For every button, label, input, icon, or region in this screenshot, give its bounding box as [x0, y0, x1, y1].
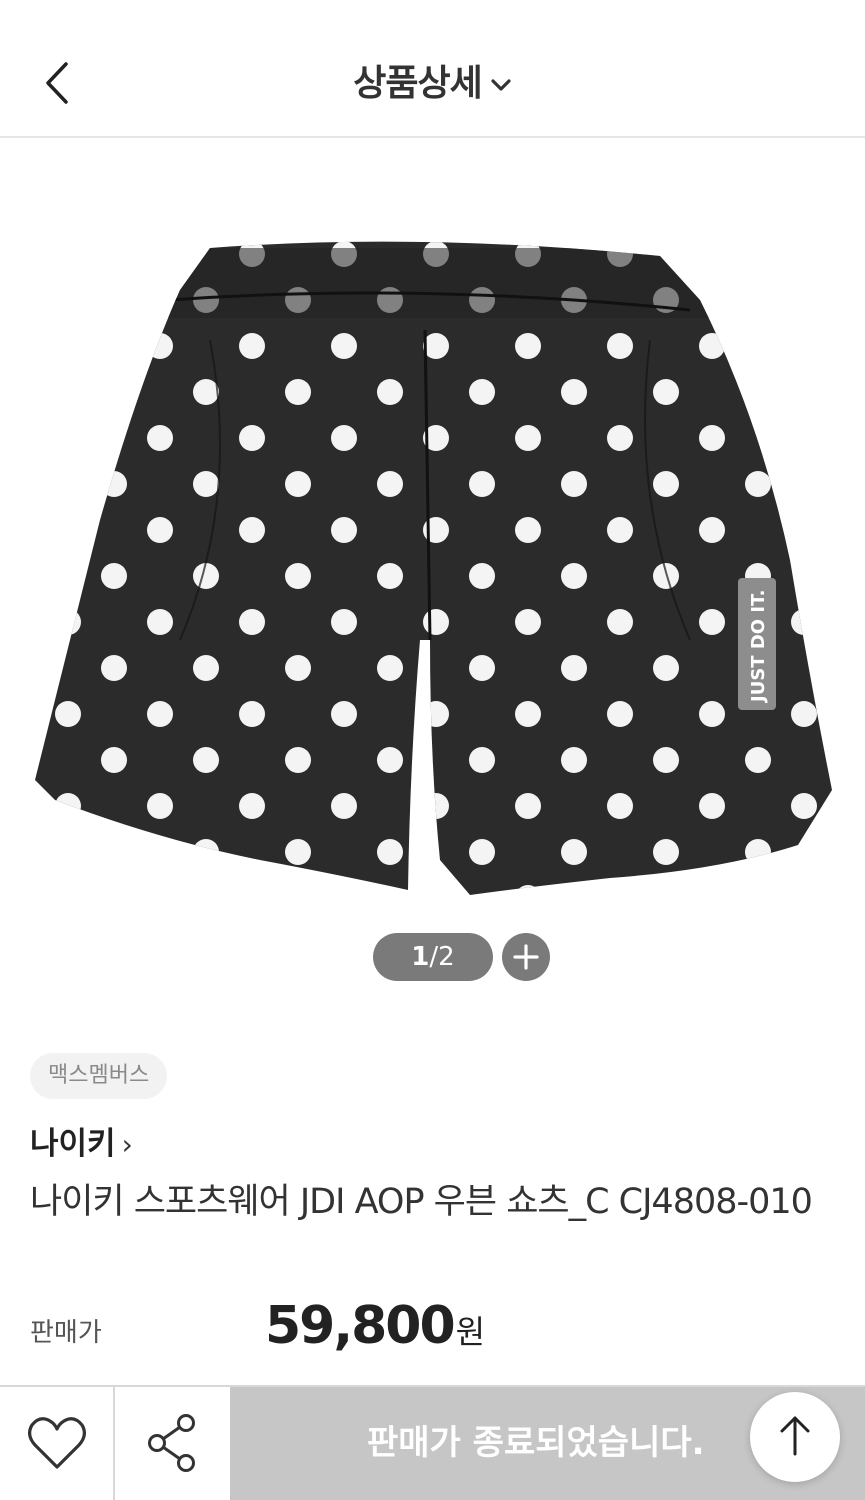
arrow-up-icon	[780, 1416, 810, 1456]
price-currency: 원	[455, 1313, 486, 1351]
image-pager: 1/2	[373, 933, 493, 981]
product-image-gallery[interactable]: JUST DO IT.	[0, 140, 865, 1020]
page-title: 상품상세	[353, 63, 482, 104]
chevron-right-icon: ›	[121, 1128, 133, 1161]
price: 59,800원	[265, 1296, 485, 1356]
share-icon	[148, 1414, 195, 1472]
heart-icon	[28, 1417, 86, 1469]
wishlist-button[interactable]	[0, 1387, 115, 1500]
scroll-to-top-button[interactable]	[750, 1392, 840, 1482]
price-label: 판매가	[30, 1318, 102, 1348]
pager-total: 2	[438, 942, 455, 972]
just-do-it-logo: JUST DO IT.	[748, 590, 769, 704]
pager-current: 1	[411, 942, 430, 972]
product-name: 나이키 스포츠웨어 JDI AOP 우븐 쇼츠_C CJ4808-010	[30, 1182, 813, 1222]
header: 상품상세	[0, 0, 865, 138]
brand-link[interactable]: 나이키 ›	[30, 1118, 133, 1163]
bottom-action-bar: 판매가 종료되었습니다.	[0, 1385, 865, 1500]
product-image: JUST DO IT.	[35, 241, 832, 896]
brand-name: 나이키	[30, 1126, 116, 1162]
pager-separator: /	[429, 942, 439, 972]
share-button[interactable]	[115, 1387, 230, 1500]
page-title-dropdown[interactable]: 상품상세	[0, 54, 865, 106]
zoom-button[interactable]	[502, 933, 550, 981]
price-value: 59,800	[265, 1296, 456, 1356]
chevron-down-icon	[490, 77, 512, 93]
plus-icon	[513, 944, 539, 970]
membership-badge: 맥스멤버스	[30, 1053, 168, 1099]
